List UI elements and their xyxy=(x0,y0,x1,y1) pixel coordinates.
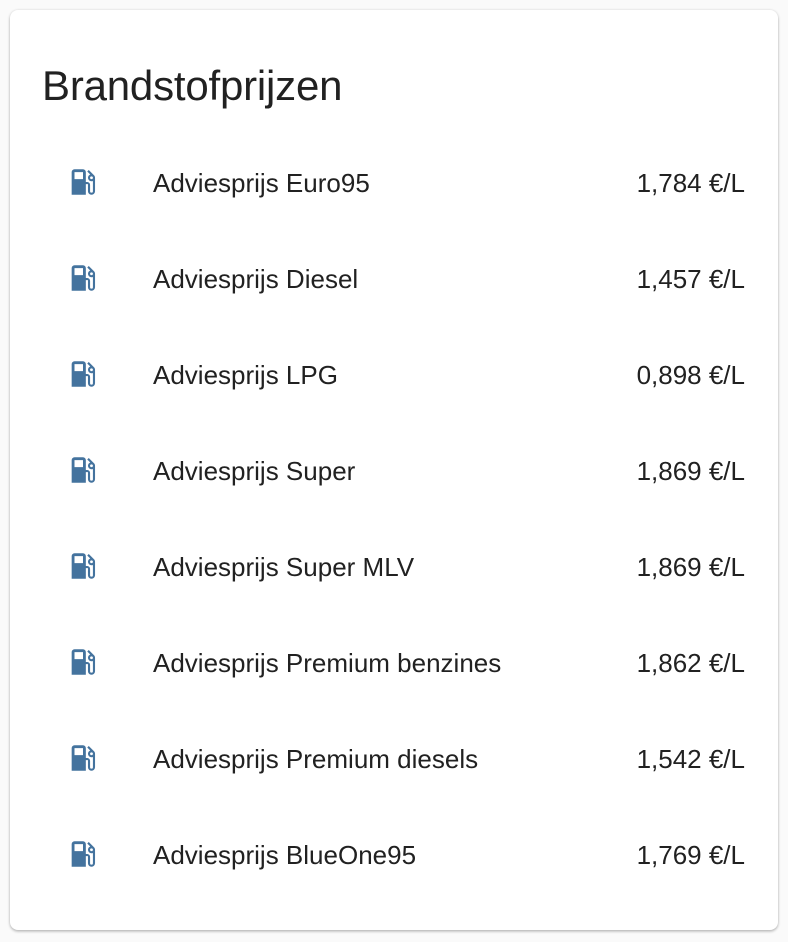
entity-state: 1,457 €/L xyxy=(636,263,745,294)
entity-state: 1,769 €/L xyxy=(636,839,745,870)
entity-name: Adviesprijs Premium diesels xyxy=(153,743,479,774)
entity-name: Adviesprijs Diesel xyxy=(153,263,359,294)
entity-name: Adviesprijs Super MLV xyxy=(153,551,415,582)
gas-station-icon xyxy=(66,261,100,295)
gas-station-icon xyxy=(66,741,100,775)
entity-state: 0,898 €/L xyxy=(636,359,745,390)
entity-state: 1,869 €/L xyxy=(636,551,745,582)
entity-list: Adviesprijs Euro95 1,784 €/L Adviesprijs… xyxy=(10,137,778,905)
entity-state: 1,862 €/L xyxy=(636,647,745,678)
entity-name: Adviesprijs BlueOne95 xyxy=(153,839,417,870)
entity-state: 1,784 €/L xyxy=(636,167,745,198)
entity-row-blueone95[interactable]: Adviesprijs BlueOne95 1,769 €/L xyxy=(10,809,778,905)
entity-state: 1,869 €/L xyxy=(636,455,745,486)
gas-station-icon xyxy=(66,453,100,487)
entity-name: Adviesprijs Premium benzines xyxy=(153,647,502,678)
entity-row-diesel[interactable]: Adviesprijs Diesel 1,457 €/L xyxy=(10,233,778,329)
entity-name: Adviesprijs LPG xyxy=(153,359,338,390)
fuel-prices-card: Brandstofprijzen Adviesprijs Euro95 1,78… xyxy=(10,10,778,930)
gas-station-icon xyxy=(66,357,100,391)
gas-station-icon xyxy=(66,549,100,583)
entity-row-super[interactable]: Adviesprijs Super 1,869 €/L xyxy=(10,425,778,521)
entity-row-super-mlv[interactable]: Adviesprijs Super MLV 1,869 €/L xyxy=(10,521,778,617)
gas-station-icon xyxy=(66,645,100,679)
entity-row-premium-diesels[interactable]: Adviesprijs Premium diesels 1,542 €/L xyxy=(10,713,778,809)
entity-name: Adviesprijs Super xyxy=(153,455,356,486)
entity-row-premium-benzines[interactable]: Adviesprijs Premium benzines 1,862 €/L xyxy=(10,617,778,713)
entity-row-euro95[interactable]: Adviesprijs Euro95 1,784 €/L xyxy=(10,137,778,233)
entity-state: 1,542 €/L xyxy=(636,743,745,774)
card-title: Brandstofprijzen xyxy=(42,62,343,109)
entity-row-lpg[interactable]: Adviesprijs LPG 0,898 €/L xyxy=(10,329,778,425)
entity-name: Adviesprijs Euro95 xyxy=(153,167,370,198)
gas-station-icon xyxy=(66,837,100,871)
gas-station-icon xyxy=(66,165,100,199)
